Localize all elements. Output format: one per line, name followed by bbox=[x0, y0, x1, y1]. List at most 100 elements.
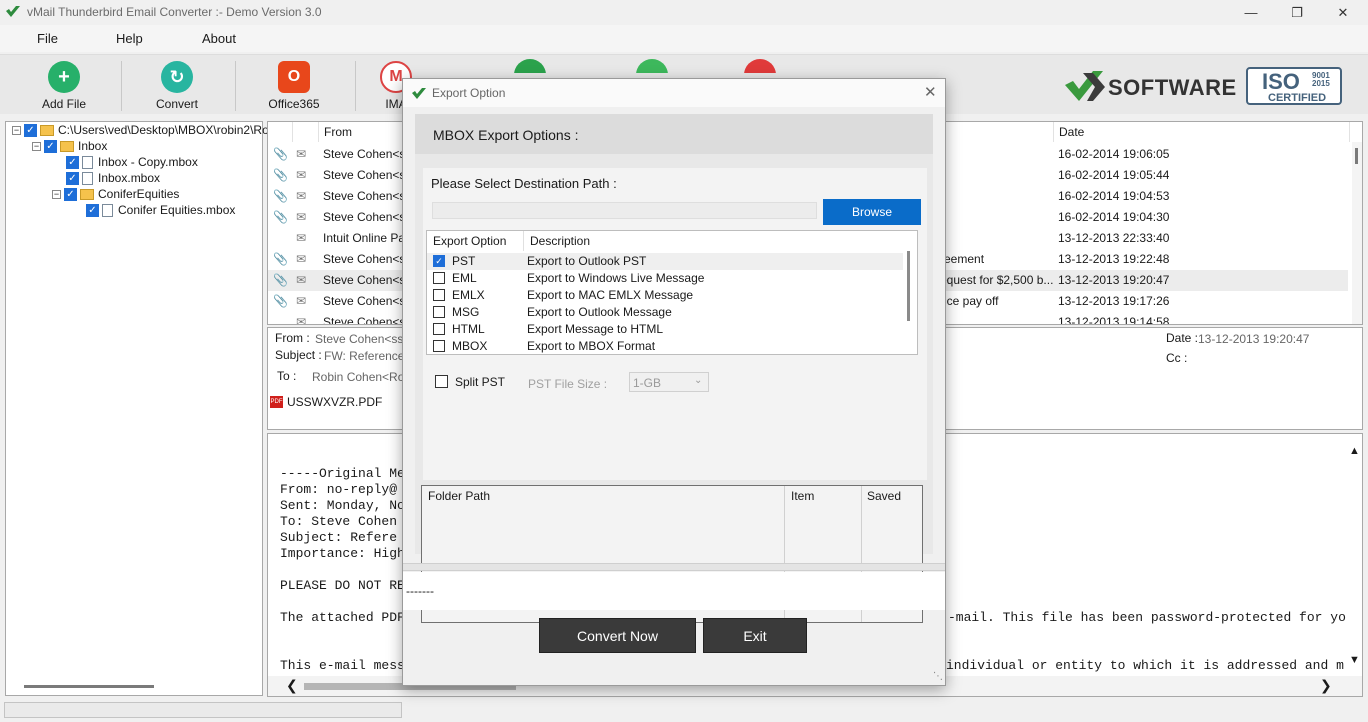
options-scrollbar[interactable] bbox=[907, 251, 910, 321]
menu-file[interactable]: File bbox=[37, 31, 58, 46]
attachment-link[interactable]: USSWXVZR.PDF bbox=[287, 395, 382, 409]
conifer-checkbox[interactable]: ✓ bbox=[64, 187, 77, 201]
menu-about[interactable]: About bbox=[202, 31, 236, 46]
date-cell: 16-02-2014 19:04:30 bbox=[1058, 210, 1170, 224]
tree-inbox-mbox[interactable]: ✓ Inbox.mbox bbox=[66, 171, 160, 185]
minimize-button[interactable]: — bbox=[1228, 0, 1274, 25]
paperclip-icon: 📎 bbox=[273, 210, 288, 224]
option-description: Export to MBOX Format bbox=[527, 339, 656, 353]
body-text-line: This e-mail mess bbox=[280, 658, 405, 673]
list-vscrollbar[interactable] bbox=[1352, 142, 1362, 324]
pst-size-select[interactable]: 1-GB ⌄ bbox=[629, 372, 709, 392]
convert-now-button[interactable]: Convert Now bbox=[539, 618, 696, 653]
iso-badge: ISO 9001 2015 CERTIFIED bbox=[1246, 67, 1342, 105]
from-cell: Steve Cohen<ssc bbox=[323, 147, 405, 161]
dialog-heading-bar: MBOX Export Options : bbox=[415, 114, 933, 154]
root-checkbox[interactable]: ✓ bbox=[24, 123, 37, 137]
browse-button[interactable]: Browse bbox=[823, 199, 921, 225]
option-name: MSG bbox=[452, 305, 480, 319]
inbox-checkbox[interactable]: ✓ bbox=[44, 139, 57, 153]
cancel-icon bbox=[744, 59, 776, 73]
app-logo-icon bbox=[6, 6, 20, 17]
dialog-close-icon[interactable]: ✕ bbox=[924, 83, 937, 101]
export-option-row[interactable]: EML Export to Windows Live Message bbox=[427, 270, 903, 287]
date-cell: 13-12-2013 19:20:47 bbox=[1058, 273, 1170, 287]
maximize-button[interactable]: ❐ bbox=[1274, 0, 1320, 25]
from-cell: Steve Cohen<ssc bbox=[323, 189, 405, 203]
scroll-right-icon[interactable]: ❯ bbox=[1320, 677, 1332, 694]
date-cell: 16-02-2014 19:06:05 bbox=[1058, 147, 1170, 161]
options-panel: Please Select Destination Path : Browse … bbox=[415, 154, 933, 623]
check-icon bbox=[636, 59, 668, 73]
from-value: Steve Cohen<ssc bbox=[315, 332, 410, 346]
date-label: Date : bbox=[1166, 331, 1199, 345]
option-checkbox[interactable] bbox=[433, 289, 445, 301]
attach-column-header[interactable] bbox=[268, 122, 293, 142]
export-option-row[interactable]: EMLX Export to MAC EMLX Message bbox=[427, 287, 903, 304]
option-checkbox[interactable] bbox=[433, 306, 445, 318]
refresh-icon: ↻ bbox=[161, 61, 193, 93]
dialog-heading: MBOX Export Options : bbox=[433, 127, 579, 143]
dollar-icon bbox=[514, 59, 546, 73]
option-checkbox[interactable] bbox=[433, 323, 445, 335]
collapse-icon[interactable]: − bbox=[12, 125, 21, 135]
folder-path-header: Folder Path bbox=[428, 489, 491, 503]
office365-button[interactable]: O Office365 bbox=[264, 55, 324, 115]
tree-inbox-copy[interactable]: ✓ Inbox - Copy.mbox bbox=[66, 155, 198, 169]
close-button[interactable]: ✕ bbox=[1320, 0, 1366, 25]
destination-path-input[interactable] bbox=[432, 202, 817, 219]
conifer-mbox-checkbox[interactable]: ✓ bbox=[86, 203, 99, 217]
envelope-icon: ✉ bbox=[296, 273, 307, 287]
scroll-thumb[interactable] bbox=[1355, 148, 1358, 164]
scroll-left-icon[interactable]: ❮ bbox=[286, 677, 298, 694]
mbox-file-icon bbox=[82, 171, 93, 185]
description-header: Description bbox=[530, 234, 591, 248]
subject-cell: reement bbox=[940, 252, 985, 266]
collapse-icon[interactable]: − bbox=[52, 189, 61, 199]
chevron-down-icon: ⌄ bbox=[694, 375, 703, 386]
inbox-copy-checkbox[interactable]: ✓ bbox=[66, 155, 79, 169]
export-option-row[interactable]: HTML Export Message to HTML bbox=[427, 321, 903, 338]
option-description: Export to MAC EMLX Message bbox=[527, 288, 694, 302]
tree-inbox[interactable]: − ✓ Inbox bbox=[32, 139, 107, 153]
subject-cell: equest for $2,500 b... bbox=[940, 273, 1054, 287]
item-header: Item bbox=[791, 489, 815, 503]
from-cell: Steve Cohen<ssc bbox=[323, 252, 405, 266]
office365-icon: O bbox=[278, 61, 310, 93]
menu-help[interactable]: Help bbox=[116, 31, 143, 46]
exit-button[interactable]: Exit bbox=[703, 618, 807, 653]
icon-column-header[interactable] bbox=[293, 122, 319, 142]
option-checkbox[interactable] bbox=[433, 340, 445, 352]
scroll-up-icon[interactable]: ▲ bbox=[1349, 445, 1360, 457]
export-option-header: Export Option bbox=[433, 234, 507, 248]
scroll-down-icon[interactable]: ▼ bbox=[1349, 654, 1360, 666]
resize-grip-icon[interactable]: ⋱ bbox=[933, 671, 943, 682]
body-text-line: Sent: Monday, No bbox=[280, 498, 405, 513]
from-cell: Steve Cohen<ssc bbox=[323, 315, 405, 325]
tree-hscrollbar[interactable] bbox=[24, 685, 154, 688]
export-option-row[interactable]: MBOX Export to MBOX Format bbox=[427, 338, 903, 355]
split-pst-checkbox[interactable] bbox=[435, 375, 448, 388]
convert-button[interactable]: ↻ Convert bbox=[147, 55, 207, 115]
subject-label: Subject : bbox=[275, 348, 322, 362]
tree-conifer[interactable]: − ✓ ConiferEquities bbox=[52, 187, 179, 201]
option-checkbox[interactable] bbox=[433, 272, 445, 284]
office365-label: Office365 bbox=[268, 97, 320, 111]
tree-root[interactable]: − ✓ C:\Users\ved\Desktop\MBOX\robin2\Ro bbox=[12, 123, 269, 137]
tree-conifer-mbox[interactable]: ✓ Conifer Equities.mbox bbox=[86, 203, 235, 217]
date-column-header[interactable]: Date bbox=[1054, 122, 1350, 142]
option-checkbox[interactable]: ✓ bbox=[433, 255, 445, 267]
body-vscrollbar[interactable]: ▲ ▼ bbox=[1348, 442, 1362, 672]
option-name: EMLX bbox=[452, 288, 485, 302]
app-logo-icon bbox=[412, 88, 426, 99]
date-cell: 13-12-2013 22:33:40 bbox=[1058, 231, 1170, 245]
from-cell: Intuit Online Payr bbox=[323, 231, 405, 245]
progress-text: ------- bbox=[406, 584, 434, 598]
title-bar: vMail Thunderbird Email Converter :- Dem… bbox=[0, 0, 1368, 25]
collapse-icon[interactable]: − bbox=[32, 141, 41, 151]
add-file-button[interactable]: + Add File bbox=[34, 55, 94, 115]
export-option-row[interactable]: MSG Export to Outlook Message bbox=[427, 304, 903, 321]
from-cell: Steve Cohen<ssc bbox=[323, 294, 405, 308]
export-option-row[interactable]: ✓ PST Export to Outlook PST bbox=[427, 253, 903, 270]
inbox-mbox-checkbox[interactable]: ✓ bbox=[66, 171, 79, 185]
